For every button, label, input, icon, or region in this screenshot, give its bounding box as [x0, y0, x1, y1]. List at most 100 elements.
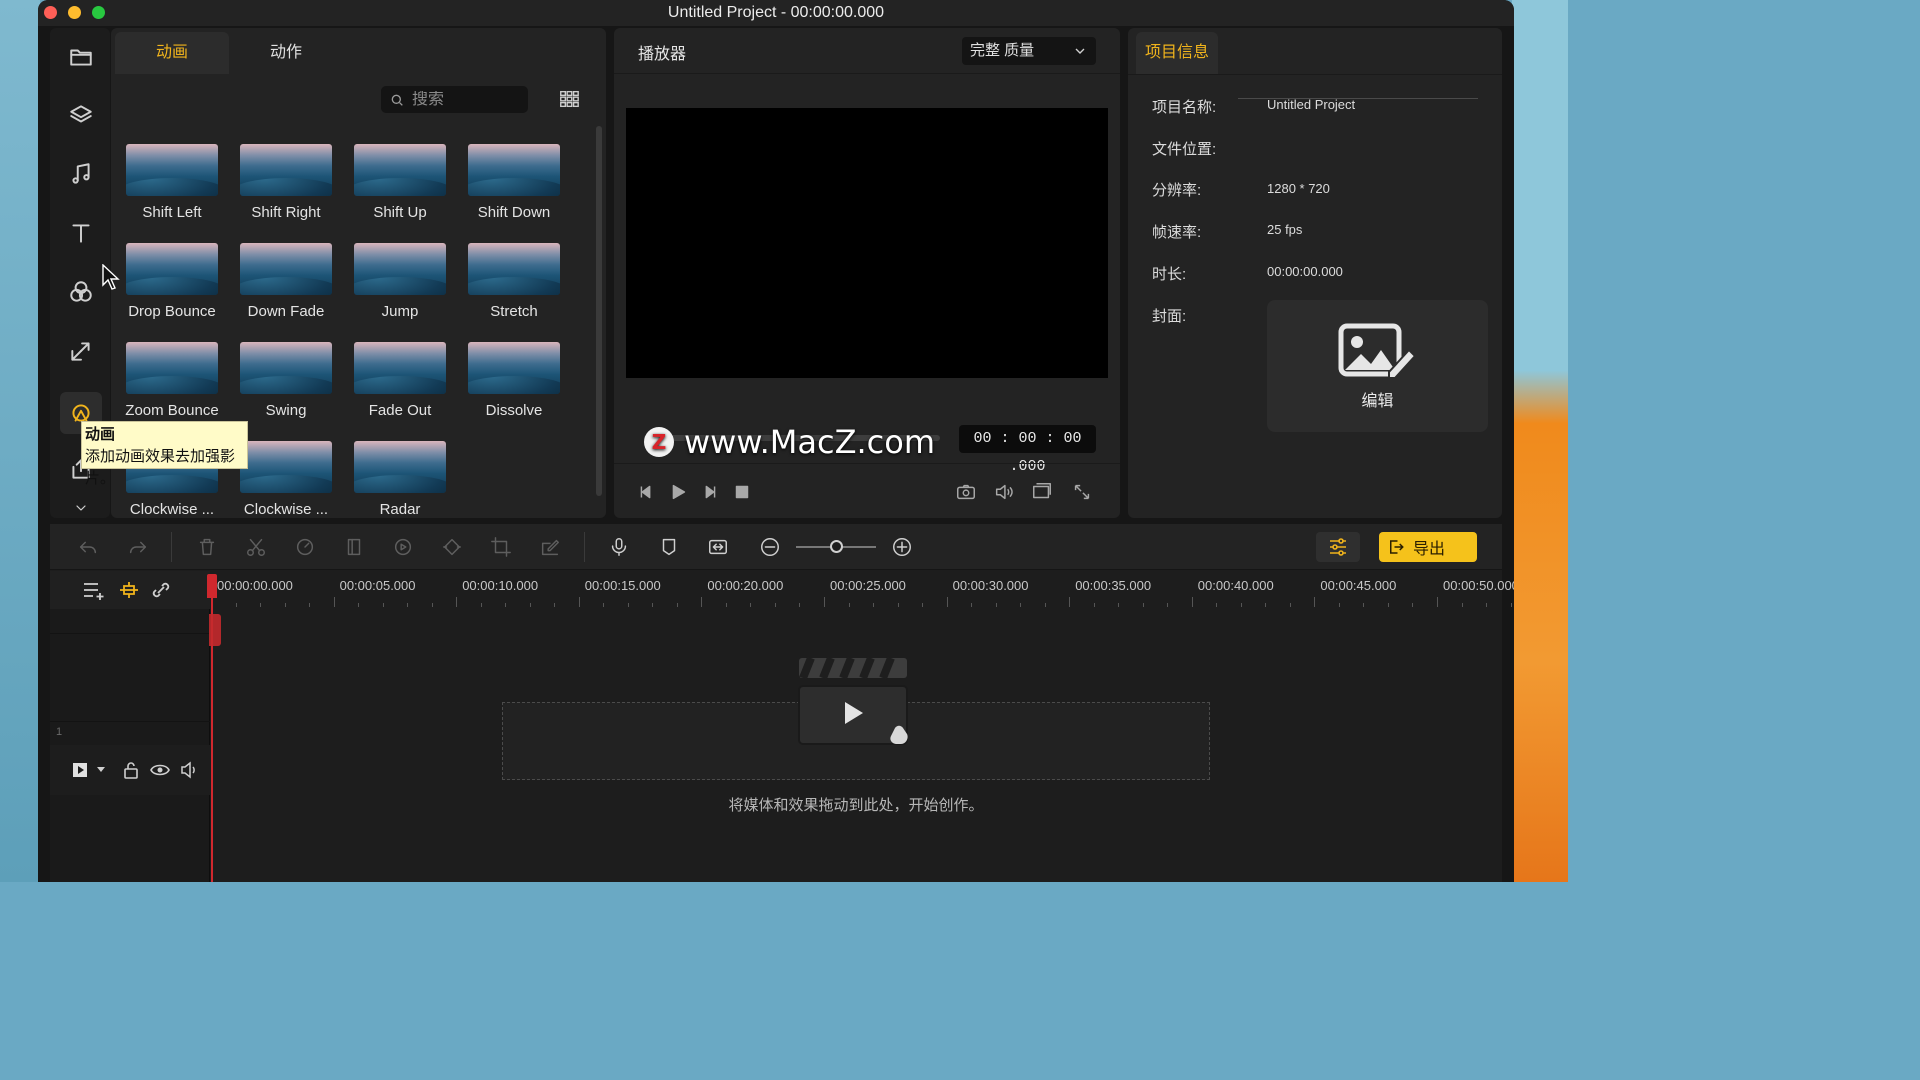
video-track-icon[interactable] [72, 762, 88, 778]
search-input[interactable] [412, 90, 522, 109]
animation-tile[interactable]: Shift Right [229, 144, 343, 238]
animation-thumbnail [126, 243, 218, 295]
ruler-tick [750, 603, 752, 607]
timeline-ruler[interactable]: 00:00:00.000 00:00:05.000 00:00:10.000 00:0… [211, 571, 1514, 609]
ruler-label: 00:00:45.000 [1320, 578, 1397, 593]
watermark-logo: Z [644, 427, 674, 457]
animation-tile[interactable]: Jump [343, 243, 457, 337]
animation-tile[interactable]: Radar [343, 441, 457, 535]
animation-label: Down Fade [247, 303, 325, 320]
ruler-label: 00:00:05.000 [339, 578, 416, 593]
ruler-tick [1240, 603, 1242, 607]
animation-tile[interactable]: Shift Down [457, 144, 571, 238]
ruler-tick [333, 597, 335, 607]
text-icon[interactable] [66, 218, 96, 248]
delete-icon[interactable] [195, 535, 219, 559]
transition-icon[interactable] [66, 336, 96, 366]
chevron-down-icon[interactable] [66, 498, 96, 518]
animation-tile[interactable]: Dissolve [457, 342, 571, 436]
track-number: 1 [56, 726, 63, 738]
zoom-slider-handle[interactable] [830, 540, 843, 553]
track-volume-icon[interactable] [180, 761, 198, 779]
redo-icon[interactable] [126, 535, 150, 559]
animation-thumbnail [126, 144, 218, 196]
animation-tile[interactable]: Stretch [457, 243, 571, 337]
ruler-tick [873, 603, 875, 607]
animation-tile[interactable]: Down Fade [229, 243, 343, 337]
animation-label: Stretch [490, 303, 538, 320]
fullscreen-icon[interactable] [1070, 480, 1094, 504]
animation-tile[interactable]: Shift Left [115, 144, 229, 238]
ruler-label: 00:00:30.000 [952, 578, 1029, 593]
add-track-icon[interactable] [82, 580, 106, 600]
cut-icon[interactable] [244, 535, 268, 559]
reverse-icon[interactable] [391, 535, 415, 559]
animation-thumbnail [468, 144, 560, 196]
tab-project-info[interactable]: 项目信息 [1136, 32, 1218, 74]
aspect-ratio-icon[interactable] [1030, 480, 1054, 504]
animation-tile[interactable]: Shift Up [343, 144, 457, 238]
tab-animation[interactable]: 动画 [115, 32, 229, 74]
ruler-tick [676, 603, 678, 607]
animation-label: Shift Left [142, 204, 202, 221]
library-scrollbar[interactable] [596, 126, 602, 496]
ruler-tick [725, 603, 727, 607]
tooltip-description: 添加动画效果去加强影片。 [85, 448, 236, 487]
ruler-tick [529, 603, 531, 607]
info-value-name[interactable]: Untitled Project [1267, 97, 1355, 112]
info-label-duration: 时长: [1152, 266, 1187, 283]
ruler-tick [824, 597, 825, 607]
export-label: 导出 [1413, 541, 1446, 558]
caret-down-icon[interactable] [96, 766, 106, 774]
playhead-marker[interactable] [209, 614, 221, 646]
cover-edit-button[interactable]: 编辑 [1267, 300, 1488, 432]
playhead-handle[interactable] [207, 574, 217, 598]
play-button[interactable] [666, 480, 690, 504]
quality-select[interactable]: 完整 质量 [962, 37, 1096, 65]
speed-icon[interactable] [293, 535, 317, 559]
export-button[interactable]: 导出 [1379, 532, 1477, 562]
keyframe-icon[interactable] [440, 535, 464, 559]
snapshot-icon[interactable] [954, 480, 978, 504]
animation-label: Shift Up [373, 204, 427, 221]
link-icon[interactable] [150, 580, 172, 600]
layers-icon[interactable] [66, 100, 96, 130]
player-timecode: 00 : 00 : 00 .000 [959, 425, 1096, 475]
filter-icon[interactable] [66, 277, 96, 307]
freeze-frame-icon[interactable] [342, 535, 366, 559]
ruler-label: 00:00:15.000 [584, 578, 661, 593]
volume-icon[interactable] [992, 480, 1016, 504]
ruler-label: 00:00:40.000 [1197, 578, 1274, 593]
animation-tile[interactable]: Drop Bounce [115, 243, 229, 337]
edit-icon[interactable] [538, 535, 562, 559]
info-value-duration: 00:00:00.000 [1267, 264, 1343, 279]
visibility-eye-icon[interactable] [150, 762, 170, 778]
snap-icon[interactable] [118, 580, 140, 600]
stop-button[interactable] [730, 480, 754, 504]
divider [171, 532, 172, 562]
undo-icon[interactable] [76, 535, 100, 559]
ruler-tick [652, 603, 654, 607]
tab-motion[interactable]: 动作 [229, 32, 343, 74]
zoom-in-icon[interactable] [890, 535, 914, 559]
ruler-tick [701, 597, 703, 607]
window-title: Untitled Project - 00:00:00.000 [667, 4, 885, 21]
next-frame-button[interactable] [698, 480, 722, 504]
desktop-background-left [0, 0, 40, 882]
animation-label: Fade Out [368, 402, 432, 419]
grid-view-icon[interactable] [558, 88, 580, 110]
animation-tile[interactable]: Fade Out [343, 342, 457, 436]
lock-icon[interactable] [123, 761, 139, 779]
fit-timeline-icon[interactable] [706, 535, 730, 559]
zoom-out-icon[interactable] [758, 535, 782, 559]
folder-icon[interactable] [66, 42, 96, 72]
microphone-icon[interactable] [607, 535, 631, 559]
crop-icon[interactable] [489, 535, 513, 559]
marker-icon[interactable] [657, 535, 681, 559]
animation-thumbnail [354, 243, 446, 295]
animation-label: Clockwise ... [129, 501, 215, 518]
quality-value: 完整 质量 [970, 42, 1035, 59]
timeline-settings-button[interactable] [1316, 532, 1360, 562]
previous-frame-button[interactable] [634, 480, 658, 504]
music-icon[interactable] [66, 159, 96, 189]
